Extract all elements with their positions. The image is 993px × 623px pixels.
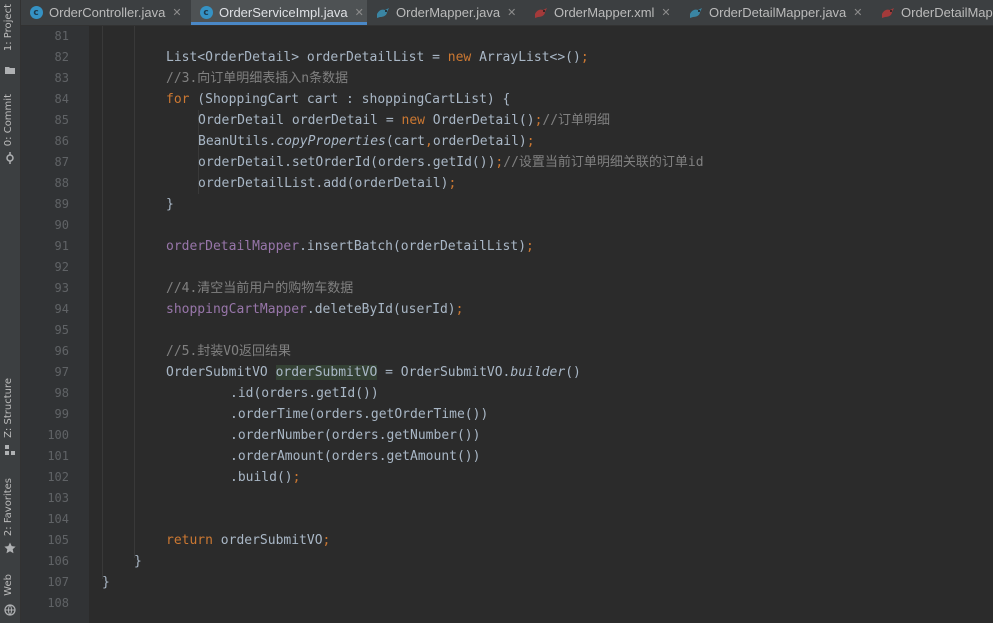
globe-icon [4,604,16,616]
line-number: 95 [54,323,69,337]
line-number: 102 [47,470,69,484]
class-icon: c [29,6,43,20]
line-number: 87 [54,155,69,169]
line-number: 91 [54,239,69,253]
tool-structure[interactable]: Z: Structure [0,378,20,458]
tool-commit-label: 0: Commit [3,94,14,147]
code-line-93: //4.清空当前用户的购物车数据 [166,281,354,296]
tab-label: OrderDetailMapper.java [709,5,847,20]
line-number: 104 [47,512,69,526]
tab-label: OrderController.java [49,5,166,20]
tool-web-label: Web [3,574,14,596]
close-icon[interactable]: ✕ [853,6,862,19]
code-line-89: } [166,197,174,212]
code-line-101: .orderAmount(orders.getAmount()) [230,449,481,464]
code-line-88: orderDetailList.add(orderDetail); [198,176,457,191]
tab-order-mapper-xml[interactable]: OrderMapper.xml ✕ [526,0,681,25]
code-line-98: .id(orders.getId()) [230,386,379,401]
structure-icon [5,445,15,455]
line-number: 99 [54,407,69,421]
line-number: 89 [54,197,69,211]
code-line-96: //5.封装VO返回结果 [166,344,291,359]
line-number: 107 [47,575,69,589]
tab-order-controller[interactable]: c OrderController.java ✕ [21,0,189,25]
tool-window-strip: 1: Project 0: Commit Z: Structure 2: Fav… [0,0,21,623]
tab-order-detail-mapper-java[interactable]: OrderDetailMapper.java ✕ [681,0,871,25]
code-line-85: OrderDetail orderDetail = new OrderDetai… [198,113,611,128]
tool-project-label: 1: Project [3,4,14,52]
code-line-100: .orderNumber(orders.getNumber()) [230,428,481,443]
line-number: 88 [54,176,69,190]
line-number: 103 [47,491,69,505]
mybatis-bird-icon [689,6,703,20]
indent-guide [134,26,135,558]
tool-project[interactable]: 1: Project [0,4,20,76]
line-number: 108 [47,596,69,610]
folder-icon [5,67,15,74]
line-number: 83 [54,71,69,85]
indent-guide [102,26,103,579]
line-number: 106 [47,554,69,568]
code-line-102: .build(); [230,470,301,485]
tab-order-detail-mapper-xml[interactable]: OrderDetailMap [873,0,993,25]
tab-order-service-impl[interactable]: c OrderServiceImpl.java ✕ [191,0,367,25]
code-line-83: //3.向订单明细表插入n条数据 [166,71,349,86]
class-icon: c [199,6,213,20]
line-number: 81 [54,29,69,43]
line-number: 97 [54,365,69,379]
mybatis-bird-icon [534,6,548,20]
line-number: 84 [54,92,69,106]
code-line-87: orderDetail.setOrderId(orders.getId());/… [198,155,704,170]
line-number: 94 [54,302,69,316]
line-number: 82 [54,50,69,64]
line-number: 105 [47,533,69,547]
code-line-105: return orderSubmitVO; [166,533,331,548]
mybatis-bird-icon [376,6,390,20]
line-number: 93 [54,281,69,295]
code-line-91: orderDetailMapper.insertBatch(orderDetai… [166,239,534,254]
line-number: 85 [54,113,69,127]
close-icon[interactable]: ✕ [661,6,670,19]
tool-favorites-label: 2: Favorites [3,478,14,537]
tab-order-mapper-java[interactable]: OrderMapper.java ✕ [368,0,520,25]
tab-label: OrderMapper.java [396,5,501,20]
line-number: 98 [54,386,69,400]
code-line-86: BeanUtils.copyProperties(cart,orderDetai… [198,134,535,149]
tab-label: OrderMapper.xml [554,5,655,20]
close-icon[interactable]: ✕ [355,6,364,19]
line-number: 96 [54,344,69,358]
line-number: 86 [54,134,69,148]
code-line-94: shoppingCartMapper.deleteById(userId); [166,302,464,317]
tool-web[interactable]: Web [0,574,20,622]
tool-commit[interactable]: 0: Commit [0,94,20,166]
tab-label: OrderServiceImpl.java [219,5,348,20]
code-line-97: OrderSubmitVO orderSubmitVO = OrderSubmi… [166,365,581,380]
close-icon[interactable]: ✕ [507,6,516,19]
ide-window: 1: Project 0: Commit Z: Structure 2: Fav… [0,0,993,623]
code-line-82: List<OrderDetail> orderDetailList = new … [166,50,589,65]
code-line-99: .orderTime(orders.getOrderTime()) [230,407,489,422]
tool-favorites[interactable]: 2: Favorites [0,478,20,558]
star-icon [4,542,16,554]
line-number: 101 [47,449,69,463]
tool-structure-label: Z: Structure [3,378,14,438]
code-line-106: } [134,554,142,569]
line-number: 90 [54,218,69,232]
line-number-gutter[interactable]: 81 82 83 84 85 86 87 88 89 90 91 92 93 9… [21,26,101,623]
editor-tab-bar: c OrderController.java ✕ c OrderServiceI… [21,0,993,26]
mybatis-bird-icon [881,6,895,20]
tab-label: OrderDetailMap [901,5,993,20]
line-number: 92 [54,260,69,274]
code-line-84: for (ShoppingCart cart : shoppingCartLis… [166,92,511,107]
close-icon[interactable]: ✕ [172,6,181,19]
code-line-107: } [102,575,110,590]
commit-icon [6,152,14,164]
line-number: 100 [47,428,69,442]
highlighted-identifier: orderSubmitVO [275,365,378,380]
code-editor[interactable]: List<OrderDetail> orderDetailList = new … [90,26,993,623]
